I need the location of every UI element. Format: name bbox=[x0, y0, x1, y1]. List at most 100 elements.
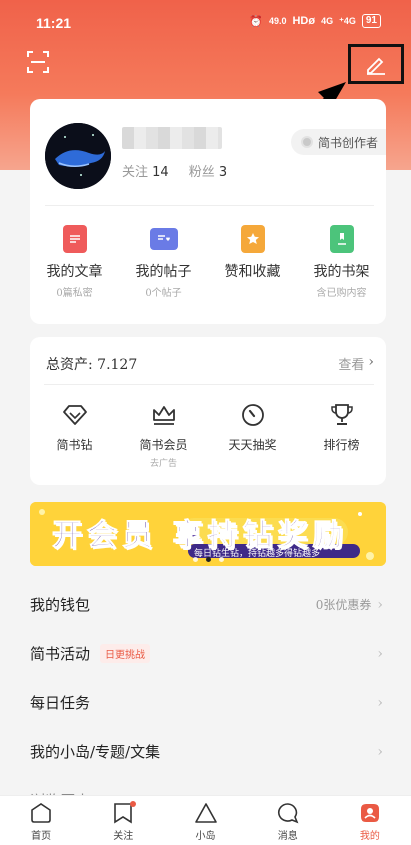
quick-link-sub: 0个帖子 bbox=[145, 288, 182, 299]
crown-icon bbox=[152, 406, 175, 425]
chevron-right-icon: › bbox=[368, 354, 374, 370]
chevron-right-icon: › bbox=[377, 645, 383, 662]
scan-button[interactable] bbox=[26, 50, 50, 74]
my-bookshelf-button[interactable]: 我的书架 含已购内容 bbox=[297, 225, 386, 299]
signal-4g-2: ⁺4G bbox=[339, 15, 356, 26]
bookshelf-icon bbox=[329, 225, 354, 253]
pencil-icon bbox=[367, 57, 385, 75]
total-assets: 总资产: 7.127 bbox=[46, 357, 138, 373]
list-item-right: › bbox=[377, 695, 383, 711]
quick-link-title: 赞和收藏 bbox=[224, 264, 281, 280]
view-assets-label: 查看 bbox=[338, 358, 365, 373]
star-icon bbox=[240, 225, 265, 253]
asset-label: 简书会员 bbox=[139, 438, 188, 452]
tab-island[interactable]: 小岛 bbox=[164, 796, 246, 845]
divider bbox=[45, 205, 374, 206]
quick-link-sub: 0篇私密 bbox=[56, 288, 93, 299]
carousel-indicator bbox=[30, 557, 386, 562]
trophy-icon bbox=[330, 404, 353, 425]
asset-sub: 去广告 bbox=[149, 459, 177, 469]
fans-link[interactable]: 粉丝 3 bbox=[189, 161, 227, 180]
chevron-right-icon: › bbox=[377, 596, 383, 613]
post-icon bbox=[149, 228, 178, 250]
daily-challenge-tag: 日更挑战 bbox=[100, 644, 151, 663]
scan-icon bbox=[27, 51, 49, 73]
avatar[interactable] bbox=[45, 123, 111, 189]
tab-label: 我的 bbox=[359, 831, 380, 842]
likes-and-favorites-button[interactable]: 赞和收藏 bbox=[208, 225, 297, 299]
following-label: 关注 bbox=[122, 165, 149, 180]
list-item-label: 我的小岛/专题/文集 bbox=[30, 743, 161, 761]
signal-4g-1: 4G bbox=[321, 16, 334, 26]
tab-label: 关注 bbox=[113, 831, 134, 842]
list-item-daily-tasks[interactable]: 每日任务 › bbox=[0, 678, 411, 727]
profile-icon bbox=[360, 804, 379, 822]
dial-icon bbox=[241, 404, 264, 426]
quick-link-sub: 含已购内容 bbox=[316, 288, 367, 299]
my-posts-button[interactable]: 我的帖子 0个帖子 bbox=[119, 225, 208, 299]
carousel-dot-active bbox=[205, 557, 211, 562]
divider bbox=[44, 384, 374, 385]
tab-label: 消息 bbox=[277, 831, 298, 842]
assets-card: 总资产: 7.127 查看 › 简书钻 简书会员 去广告 天天抽奖 排行榜 bbox=[30, 337, 386, 485]
quick-link-title: 我的帖子 bbox=[135, 264, 192, 280]
creator-badge-label: 简书创作者 bbox=[317, 135, 378, 150]
tab-me[interactable]: 我的 bbox=[329, 796, 411, 845]
bottom-tab-bar: 首页 关注 小岛 消息 我的 bbox=[0, 795, 411, 845]
daily-lottery-button[interactable]: 天天抽奖 bbox=[208, 403, 297, 469]
assets-actions: 简书钻 简书会员 去广告 天天抽奖 排行榜 bbox=[30, 403, 386, 469]
fans-count: 3 bbox=[218, 165, 228, 180]
list-item-label: 简书活动 bbox=[30, 645, 91, 663]
view-assets-link[interactable]: 查看 › bbox=[338, 354, 374, 373]
article-icon bbox=[62, 225, 87, 253]
following-count: 14 bbox=[152, 165, 169, 180]
status-bar: 11:21 ⏰ 49.0 HDø 4G ⁺4G 91 bbox=[0, 0, 411, 44]
quick-links: 我的文章 0篇私密 我的帖子 0个帖子 赞和收藏 我的书架 含已购内容 bbox=[30, 225, 386, 299]
whale-avatar-image bbox=[45, 123, 111, 189]
list-item-wallet[interactable]: 我的钱包 0张优惠券 › bbox=[0, 580, 411, 629]
edit-button[interactable] bbox=[348, 44, 404, 84]
list-item-right: › bbox=[377, 646, 383, 662]
quick-link-title: 我的书架 bbox=[313, 264, 370, 280]
username-blurred bbox=[122, 127, 222, 149]
tab-messages[interactable]: 消息 bbox=[247, 796, 329, 845]
jianshu-diamond-button[interactable]: 简书钻 bbox=[30, 403, 119, 469]
following-link[interactable]: 关注 14 bbox=[122, 161, 169, 180]
tab-follow[interactable]: 关注 bbox=[82, 796, 164, 845]
leaderboard-button[interactable]: 排行榜 bbox=[297, 403, 386, 469]
asset-label: 天天抽奖 bbox=[228, 438, 277, 452]
home-icon bbox=[31, 803, 51, 823]
my-articles-button[interactable]: 我的文章 0篇私密 bbox=[30, 225, 119, 299]
list-item-activities[interactable]: 简书活动 日更挑战 › bbox=[0, 629, 411, 678]
list-item-islands-collections[interactable]: 我的小岛/专题/文集 › bbox=[0, 727, 411, 776]
notification-dot bbox=[129, 801, 136, 807]
list-item-label: 每日任务 bbox=[30, 694, 91, 712]
membership-banner[interactable]: 开会员 享持钻奖励 每日钻生钻，持钻越多得钻越多 bbox=[30, 502, 386, 566]
creator-badge[interactable]: 简书创作者 bbox=[290, 129, 386, 155]
network-speed: 49.0 bbox=[268, 16, 287, 26]
tab-label: 小岛 bbox=[195, 831, 216, 842]
list-item-label: 我的钱包 bbox=[30, 596, 91, 614]
carousel-dot bbox=[218, 557, 224, 562]
carousel-dot bbox=[192, 557, 198, 562]
diamond-icon bbox=[62, 405, 87, 425]
settings-list: 我的钱包 0张优惠券 › 简书活动 日更挑战 › 每日任务 › 我的小岛/专题/… bbox=[0, 580, 411, 825]
status-time: 11:21 bbox=[36, 15, 72, 31]
coupon-count: 0张优惠券 bbox=[315, 598, 372, 612]
badge-icon bbox=[300, 136, 313, 148]
follow-stats: 关注 14 粉丝 3 bbox=[122, 161, 227, 180]
tab-label: 首页 bbox=[31, 831, 52, 842]
status-indicators: ⏰ 49.0 HDø 4G ⁺4G 91 bbox=[249, 14, 381, 28]
quick-link-title: 我的文章 bbox=[46, 264, 103, 280]
asset-label: 排行榜 bbox=[323, 438, 360, 452]
alarm-icon: ⏰ bbox=[249, 15, 263, 28]
message-icon bbox=[277, 803, 299, 824]
list-item-right: 0张优惠券 › bbox=[316, 596, 383, 613]
hd-indicator: HDø bbox=[292, 15, 316, 27]
list-item-right: › bbox=[377, 744, 383, 760]
jianshu-membership-button[interactable]: 简书会员 去广告 bbox=[119, 403, 208, 469]
tab-home[interactable]: 首页 bbox=[0, 796, 82, 845]
chevron-right-icon: › bbox=[377, 694, 383, 711]
asset-label: 简书钻 bbox=[56, 438, 93, 452]
island-icon bbox=[194, 803, 217, 823]
